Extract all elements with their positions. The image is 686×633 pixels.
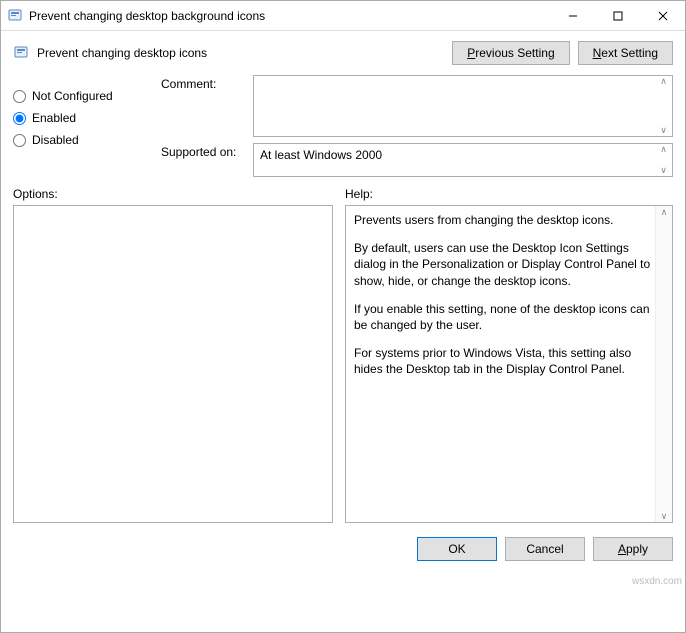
window-title: Prevent changing desktop background icon… [29,9,550,23]
help-text: Prevents users from changing the desktop… [354,212,654,228]
options-panel [13,205,333,523]
policy-header: Prevent changing desktop icons Previous … [1,31,685,69]
radio-enabled[interactable]: Enabled [13,111,153,125]
help-panel: Prevents users from changing the desktop… [345,205,673,523]
previous-setting-button[interactable]: Previous Setting [452,41,569,65]
help-text: By default, users can use the Desktop Ic… [354,240,654,289]
dialog-footer: OK Cancel Apply [1,527,685,573]
radio-enabled-input[interactable] [13,112,26,125]
scrollbar[interactable]: ∧∨ [655,76,672,136]
state-radio-group: Not Configured Enabled Disabled [13,75,153,177]
close-button[interactable] [640,1,685,30]
help-text: If you enable this setting, none of the … [354,301,654,333]
help-text: For systems prior to Windows Vista, this… [354,345,654,377]
policy-icon [7,8,23,24]
supported-label: Supported on: [161,143,247,159]
cancel-button[interactable]: Cancel [505,537,585,561]
ok-button[interactable]: OK [417,537,497,561]
minimize-button[interactable] [550,1,595,30]
help-label: Help: [345,187,673,201]
options-label: Options: [13,187,333,201]
next-setting-button[interactable]: Next Setting [578,41,673,65]
supported-on-field: At least Windows 2000 ∧∨ [253,143,673,177]
policy-title: Prevent changing desktop icons [37,46,452,60]
watermark: wsxdn.com [632,576,682,587]
comment-label: Comment: [161,75,247,91]
apply-button[interactable]: Apply [593,537,673,561]
scrollbar[interactable]: ∧∨ [655,144,672,176]
maximize-button[interactable] [595,1,640,30]
policy-icon [13,45,29,61]
titlebar: Prevent changing desktop background icon… [1,1,685,31]
supported-value: At least Windows 2000 [260,148,382,162]
radio-label: Disabled [32,133,79,147]
scrollbar[interactable]: ∧∨ [655,206,672,522]
radio-disabled-input[interactable] [13,134,26,147]
comment-input[interactable]: ∧∨ [253,75,673,137]
radio-label: Enabled [32,111,76,125]
radio-label: Not Configured [32,89,113,103]
radio-disabled[interactable]: Disabled [13,133,153,147]
radio-not-configured[interactable]: Not Configured [13,89,153,103]
radio-not-configured-input[interactable] [13,90,26,103]
